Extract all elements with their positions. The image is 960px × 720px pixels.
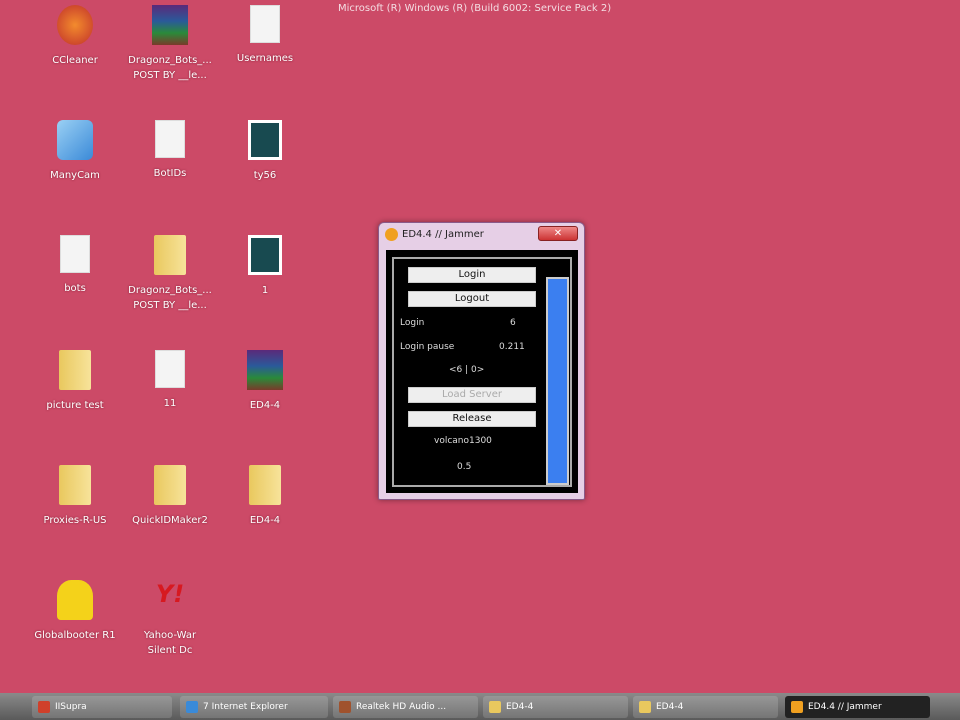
rar-icon	[152, 5, 188, 45]
img-icon	[248, 120, 282, 160]
taskbar-button[interactable]: IISupra	[32, 696, 172, 718]
desktop-icon-label: CCleaner	[52, 55, 98, 66]
taskbar-app-icon	[489, 701, 501, 713]
folder-icon	[154, 465, 186, 505]
taskbar: IISupra 7 Internet Explorer Realtek HD Aud…	[0, 693, 960, 720]
desktop-icon[interactable]: ty56	[220, 120, 310, 183]
title-bar[interactable]: ED4.4 // Jammer	[385, 228, 484, 241]
taskbar-button[interactable]: ED4.4 // Jammer	[785, 696, 930, 718]
desktop-icon[interactable]: CCleaner	[30, 5, 120, 68]
taskbar-app-icon	[186, 701, 198, 713]
folder-icon	[249, 465, 281, 505]
folder-icon	[59, 350, 91, 390]
desktop-icon-label: 11	[163, 398, 177, 409]
desktop-icon[interactable]: bots	[30, 235, 120, 296]
desktop-icon-label: Yahoo-War Silent Dc	[143, 630, 197, 656]
desktop-icon[interactable]: ED4-4	[220, 350, 310, 413]
desktop-icon-label: BotIDs	[153, 168, 187, 179]
desktop-icon-label: Usernames	[236, 53, 294, 64]
desktop-icon-label: ManyCam	[50, 170, 100, 181]
desktop-icon[interactable]: Y! Yahoo-War Silent Dc	[125, 580, 215, 658]
doc-icon	[250, 5, 280, 43]
desktop-icon-label: Globalbooter R1	[34, 630, 116, 641]
server-field[interactable]: volcano1300	[434, 436, 492, 446]
img-icon	[248, 235, 282, 275]
taskbar-label: Realtek HD Audio ...	[356, 702, 447, 712]
pause-value: 0.211	[499, 342, 525, 352]
taskbar-label: 7 Internet Explorer	[203, 702, 288, 712]
desktop-icon[interactable]: 11	[125, 350, 215, 411]
yahoo-icon: Y!	[155, 580, 185, 608]
doc-icon	[155, 120, 185, 158]
desktop-icon-label: Dragonz_Bots_... POST BY __le...	[128, 285, 212, 311]
rar-icon	[247, 350, 283, 390]
doc-icon	[60, 235, 90, 273]
taskbar-button[interactable]: Realtek HD Audio ...	[333, 696, 478, 718]
app-icon	[385, 228, 398, 241]
jammer-window: ED4.4 // Jammer ✕ Login Logout Login 6 L…	[378, 222, 585, 500]
value-field[interactable]: 0.5	[457, 462, 471, 472]
cam-icon	[57, 120, 93, 160]
logout-button[interactable]: Logout	[408, 291, 536, 307]
counter: <6 | 0>	[449, 365, 485, 375]
taskbar-button[interactable]: ED4-4	[633, 696, 778, 718]
taskbar-label: ED4-4	[506, 702, 534, 712]
taskbar-label: IISupra	[55, 702, 87, 712]
folder-icon	[154, 235, 186, 275]
desktop-icon-label: ED4-4	[249, 400, 281, 411]
panel-frame: Login Logout Login 6 Login pause 0.211 <…	[392, 257, 572, 487]
desktop-icon-label: 1	[261, 285, 269, 296]
desktop-icon[interactable]: QuickIDMaker2	[125, 465, 215, 528]
desktop-icon[interactable]: Usernames	[220, 5, 310, 66]
load-server-button[interactable]: Load Server	[408, 387, 536, 403]
taskbar-button[interactable]: 7 Internet Explorer	[180, 696, 328, 718]
desktop-icon[interactable]: ManyCam	[30, 120, 120, 183]
desktop-icon[interactable]: 1	[220, 235, 310, 298]
client-area: Login Logout Login 6 Login pause 0.211 <…	[386, 250, 578, 493]
pause-label: Login pause	[400, 342, 455, 352]
desktop-icon[interactable]: Globalbooter R1	[30, 580, 120, 643]
desktop-icon-label: Dragonz_Bots_... POST BY __le...	[128, 55, 212, 81]
login-button[interactable]: Login	[408, 267, 536, 283]
bart-icon	[57, 580, 93, 620]
desktop-icon-label: QuickIDMaker2	[132, 515, 208, 526]
taskbar-app-icon	[339, 701, 351, 713]
desktop-icon[interactable]: Proxies-R-US	[30, 465, 120, 528]
desktop-icon[interactable]: BotIDs	[125, 120, 215, 181]
app-icon	[57, 5, 93, 45]
desktop-icon-label: ty56	[253, 170, 277, 181]
close-button[interactable]: ✕	[538, 226, 578, 241]
desktop-icon-label: ED4-4	[249, 515, 281, 526]
desktop-icon-label: picture test	[46, 400, 104, 411]
taskbar-button[interactable]: ED4-4	[483, 696, 628, 718]
taskbar-app-icon	[639, 701, 651, 713]
taskbar-app-icon	[791, 701, 803, 713]
desktop-icon[interactable]: ED4-4	[220, 465, 310, 528]
os-build-banner: Microsoft (R) Windows (R) (Build 6002: S…	[338, 3, 612, 14]
login-value: 6	[510, 318, 516, 328]
taskbar-app-icon	[38, 701, 50, 713]
desktop-icon[interactable]: Dragonz_Bots_... POST BY __le...	[125, 235, 215, 313]
desktop-icon[interactable]: picture test	[30, 350, 120, 413]
progress-bar	[546, 277, 569, 485]
desktop-icon[interactable]: Dragonz_Bots_... POST BY __le...	[125, 5, 215, 83]
release-button[interactable]: Release	[408, 411, 536, 427]
window-title: ED4.4 // Jammer	[402, 229, 484, 240]
taskbar-label: ED4-4	[656, 702, 684, 712]
login-label: Login	[400, 318, 425, 328]
folder-icon	[59, 465, 91, 505]
desktop-icon-label: bots	[64, 283, 86, 294]
desktop-icon-label: Proxies-R-US	[43, 515, 107, 526]
taskbar-label: ED4.4 // Jammer	[808, 702, 882, 712]
doc-icon	[155, 350, 185, 388]
